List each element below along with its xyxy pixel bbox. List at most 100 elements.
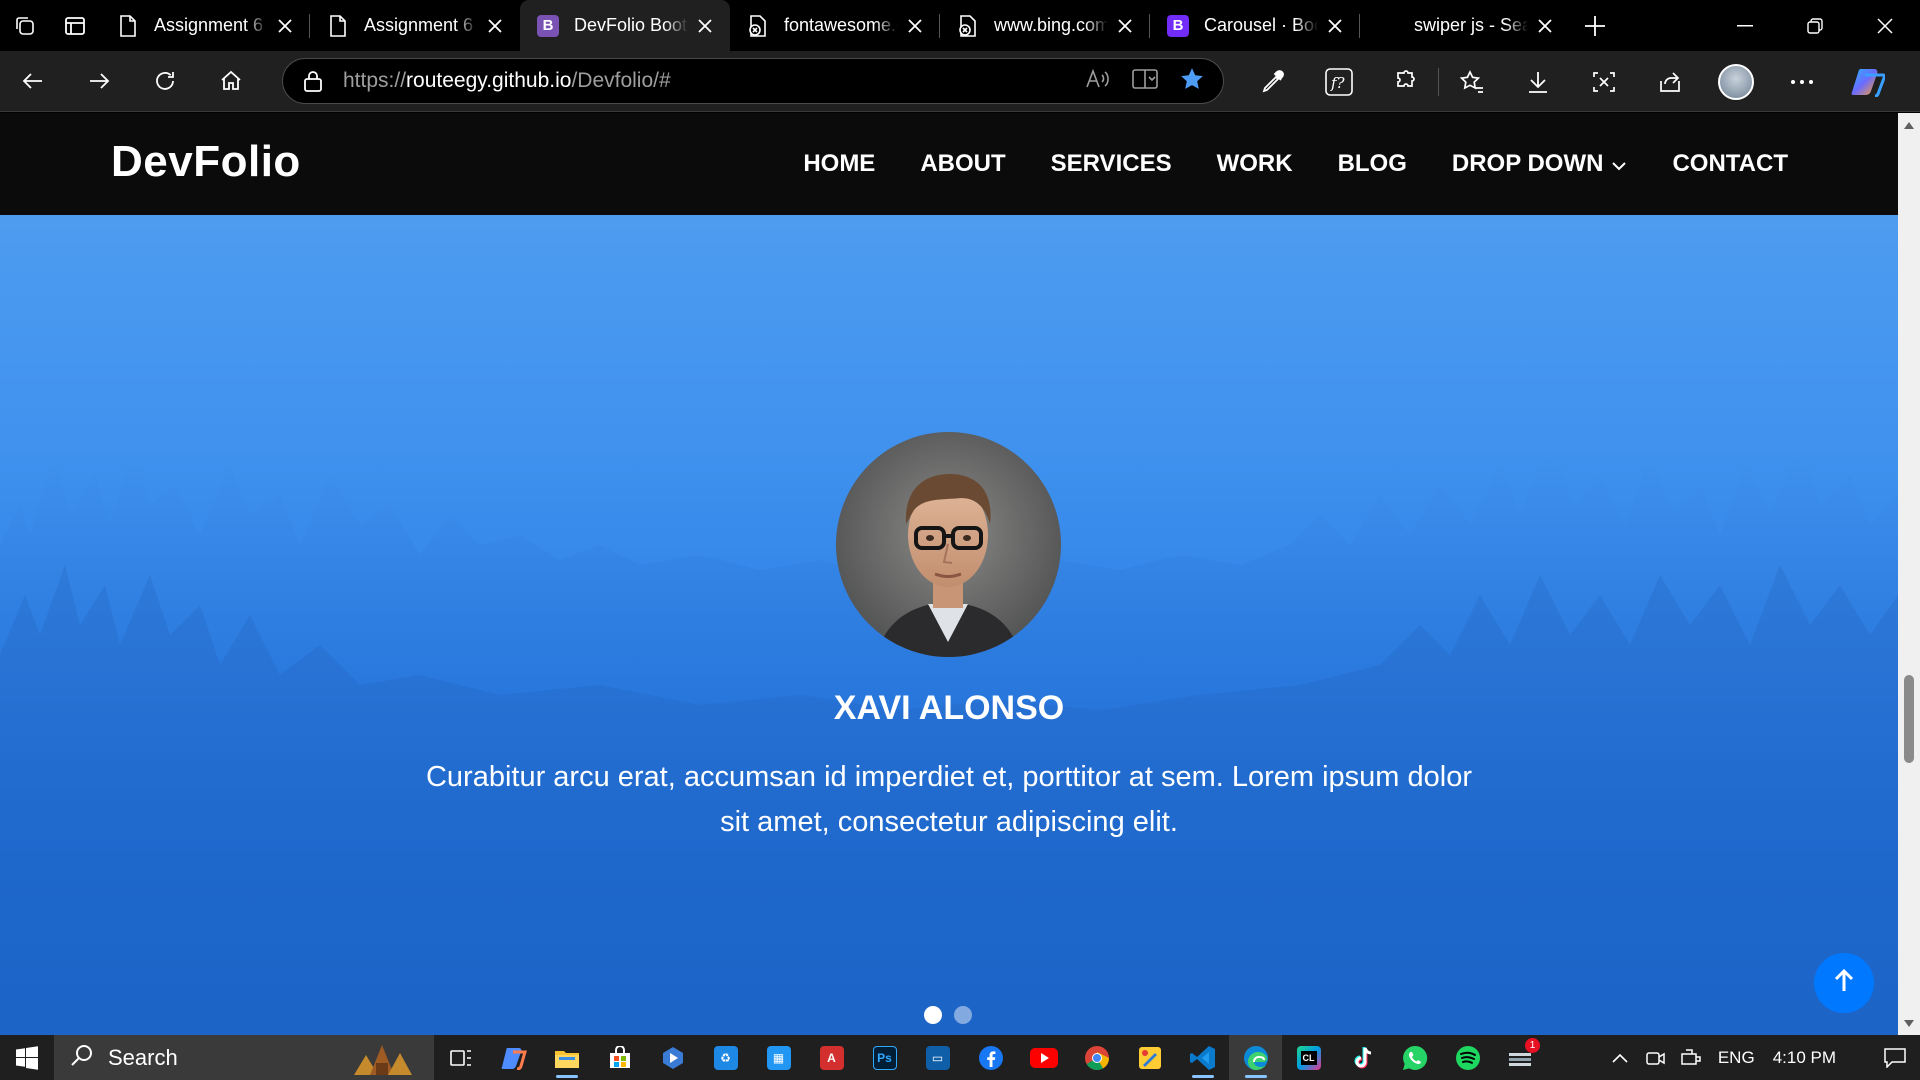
- tiktok-icon[interactable]: [1335, 1035, 1388, 1080]
- file-explorer-icon[interactable]: [540, 1035, 593, 1080]
- refresh-icon[interactable]: [132, 51, 198, 112]
- back-to-top-button[interactable]: [1814, 953, 1874, 1013]
- browser-tab-active[interactable]: B DevFolio Bootstrap: [520, 0, 730, 51]
- testimonial-section: XAVI ALONSO Curabitur arcu erat, accumsa…: [0, 215, 1898, 1035]
- tab-actions-icon[interactable]: [50, 0, 100, 51]
- paint-icon[interactable]: [1123, 1035, 1176, 1080]
- home-icon[interactable]: [198, 51, 264, 112]
- store-icon[interactable]: [593, 1035, 646, 1080]
- minimize-icon[interactable]: [1710, 0, 1780, 51]
- system-tray: ENG 4:10 PM: [1602, 1035, 1920, 1080]
- back-icon[interactable]: [0, 51, 66, 112]
- media-player-icon[interactable]: [646, 1035, 699, 1080]
- nav-contact[interactable]: CONTACT: [1672, 150, 1788, 178]
- youtube-icon[interactable]: [1017, 1035, 1070, 1080]
- windows-taskbar: Search ♻ ▦ A Ps ▭ CL 1 ENG 4:10 PM: [0, 1035, 1920, 1080]
- copilot-icon[interactable]: [1835, 51, 1901, 112]
- forward-icon[interactable]: [66, 51, 132, 112]
- browser-tab[interactable]: Assignment 6: [310, 0, 520, 51]
- immersive-reader-icon[interactable]: [1131, 67, 1159, 96]
- nav-home[interactable]: HOME: [803, 150, 875, 178]
- browser-tab[interactable]: www.bing.com: [940, 0, 1150, 51]
- testimonial-name: XAVI ALONSO: [833, 689, 1065, 727]
- downloads-icon[interactable]: [1505, 51, 1571, 112]
- carousel-dot[interactable]: [954, 1006, 972, 1024]
- font-identifier-icon[interactable]: f?: [1306, 51, 1372, 112]
- updates-icon[interactable]: 1: [1494, 1035, 1547, 1080]
- browser-tab[interactable]: Assignment 6: [100, 0, 310, 51]
- profile-avatar[interactable]: [1703, 51, 1769, 112]
- camera-icon[interactable]: [1638, 1049, 1674, 1067]
- broken-page-icon: [746, 14, 770, 38]
- share-icon[interactable]: [1637, 51, 1703, 112]
- close-tab-icon[interactable]: [694, 15, 716, 37]
- photo-app-icon[interactable]: ▦: [752, 1035, 805, 1080]
- network-icon[interactable]: [1674, 1048, 1710, 1067]
- photoshop-icon[interactable]: Ps: [858, 1035, 911, 1080]
- nav-services[interactable]: SERVICES: [1051, 150, 1172, 178]
- workspaces-icon[interactable]: [0, 0, 50, 51]
- nav-dropdown[interactable]: DROP DOWN: [1452, 150, 1628, 178]
- clock[interactable]: 4:10 PM: [1773, 1048, 1836, 1068]
- tab-label: Assignment 6: [364, 15, 474, 35]
- copilot-icon[interactable]: [487, 1035, 540, 1080]
- taskbar-search-label: Search: [108, 1044, 178, 1070]
- page-icon: [326, 14, 350, 38]
- acrobat-icon[interactable]: A: [805, 1035, 858, 1080]
- scroll-up-icon[interactable]: [1898, 115, 1920, 135]
- close-tab-icon[interactable]: [274, 15, 296, 37]
- more-options-icon[interactable]: [1769, 51, 1835, 112]
- taskbar-search[interactable]: Search: [54, 1035, 434, 1080]
- address-bar[interactable]: https://routeegy.github.io/Devfolio/#: [282, 58, 1224, 104]
- screenshot-icon[interactable]: [1571, 51, 1637, 112]
- tab-label: swiper js - Search: [1414, 15, 1528, 35]
- url-text[interactable]: https://routeegy.github.io/Devfolio/#: [343, 69, 1085, 93]
- bootstrap-icon: B: [1166, 14, 1190, 38]
- edge-icon[interactable]: [1229, 1035, 1282, 1080]
- close-tab-icon[interactable]: [1114, 15, 1136, 37]
- arrow-up-icon: [1831, 968, 1857, 999]
- notifications-icon[interactable]: [1870, 1047, 1920, 1068]
- windows-start-icon[interactable]: [0, 1035, 54, 1080]
- spotify-icon[interactable]: [1441, 1035, 1494, 1080]
- scroll-down-icon[interactable]: [1898, 1013, 1920, 1033]
- tab-label: fontawesome.com: [784, 15, 898, 35]
- facebook-icon[interactable]: [964, 1035, 1017, 1080]
- whatsapp-icon[interactable]: [1388, 1035, 1441, 1080]
- task-view-icon[interactable]: [434, 1035, 487, 1080]
- restore-icon[interactable]: [1780, 0, 1850, 51]
- close-tab-icon[interactable]: [1324, 15, 1346, 37]
- language-indicator[interactable]: ENG: [1718, 1048, 1755, 1068]
- main-menu: HOME ABOUT SERVICES WORK BLOG DROP DOWN …: [803, 113, 1788, 215]
- browser-tab[interactable]: swiper js - Search: [1360, 0, 1570, 51]
- new-tab-icon[interactable]: [1570, 0, 1620, 51]
- close-tab-icon[interactable]: [484, 15, 506, 37]
- taskbar-apps: ♻ ▦ A Ps ▭ CL 1: [434, 1035, 1547, 1080]
- color-picker-icon[interactable]: [1240, 51, 1306, 112]
- bootstrap-icon: B: [536, 14, 560, 38]
- read-aloud-icon[interactable]: [1085, 67, 1111, 96]
- vscode-icon[interactable]: [1176, 1035, 1229, 1080]
- recycle-app-icon[interactable]: ♻: [699, 1035, 752, 1080]
- app-window-icon[interactable]: ▭: [911, 1035, 964, 1080]
- page-scrollbar[interactable]: [1898, 113, 1920, 1035]
- browser-tab-bar: Assignment 6 Assignment 6 B DevFolio Boo…: [0, 0, 1920, 51]
- nav-blog[interactable]: BLOG: [1338, 150, 1407, 178]
- extensions-icon[interactable]: [1372, 51, 1438, 112]
- chrome-icon[interactable]: [1070, 1035, 1123, 1080]
- close-tab-icon[interactable]: [904, 15, 926, 37]
- close-tab-icon[interactable]: [1534, 15, 1556, 37]
- scrollbar-thumb[interactable]: [1904, 675, 1914, 763]
- chevron-up-icon[interactable]: [1602, 1053, 1638, 1063]
- favorite-star-icon[interactable]: [1179, 66, 1205, 97]
- nav-about[interactable]: ABOUT: [920, 150, 1005, 178]
- lock-icon[interactable]: [283, 70, 343, 92]
- browser-tab[interactable]: B Carousel · Bootstrap: [1150, 0, 1360, 51]
- carousel-dot-active[interactable]: [924, 1006, 942, 1024]
- brand-logo[interactable]: DevFolio: [111, 137, 301, 187]
- nav-work[interactable]: WORK: [1217, 150, 1293, 178]
- clion-icon[interactable]: CL: [1282, 1035, 1335, 1080]
- close-window-icon[interactable]: [1850, 0, 1920, 51]
- browser-tab[interactable]: fontawesome.com: [730, 0, 940, 51]
- favorites-icon[interactable]: [1439, 51, 1505, 112]
